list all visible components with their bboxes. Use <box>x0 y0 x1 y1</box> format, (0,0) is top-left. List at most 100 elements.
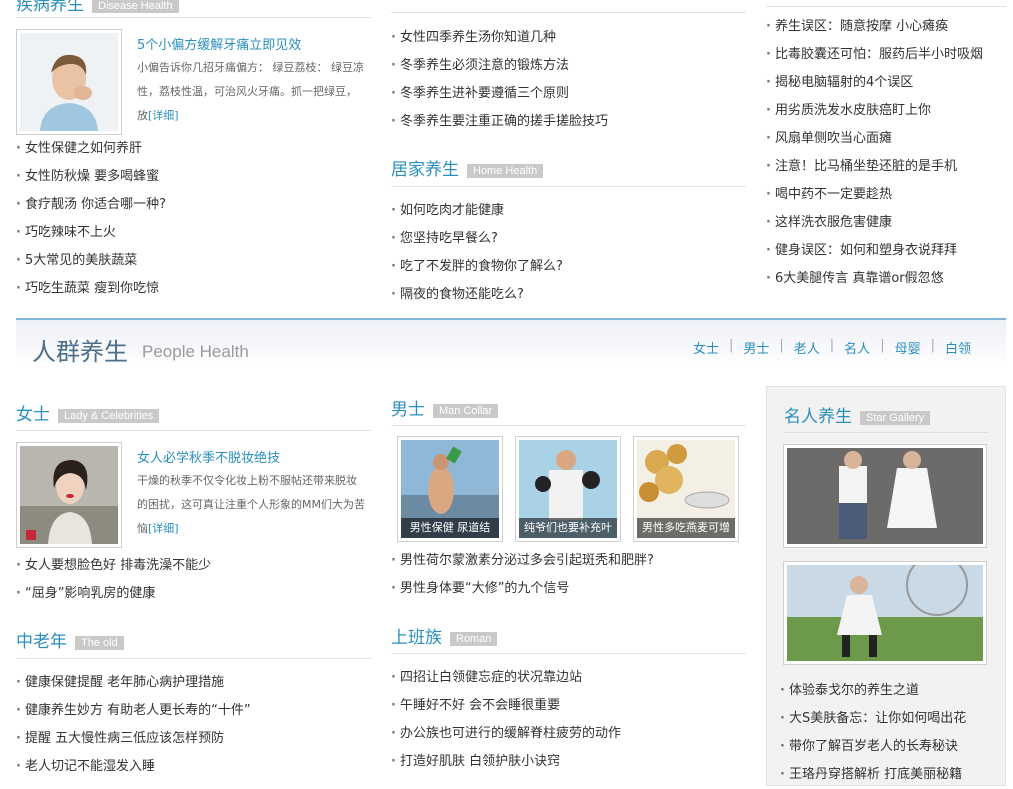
section-title[interactable]: 女士 <box>16 405 50 425</box>
list-item[interactable]: 大S美肤备忘：让你如何喝出花 <box>780 705 1000 733</box>
section-tag: Star Gallery <box>860 410 931 425</box>
list-item[interactable]: 带你了解百岁老人的长寿秘诀 <box>780 733 1000 761</box>
toothache-photo[interactable] <box>16 29 122 135</box>
nav-women[interactable]: 女士 <box>683 338 729 357</box>
list-item[interactable]: 注意！比马桶坐垫还脏的是手机 <box>766 153 1006 181</box>
celebrity-image <box>787 448 983 544</box>
divider <box>784 432 988 433</box>
list-item[interactable]: 风扇单侧吹当心面瘫 <box>766 125 1006 153</box>
list-item[interactable]: 如何吃肉才能健康 <box>391 197 746 225</box>
divider <box>16 17 371 18</box>
elderly-header: 中老年 The old <box>16 627 124 652</box>
section-title[interactable]: 中老年 <box>16 632 67 652</box>
list-item[interactable]: 隔夜的食物还能吃么? <box>391 281 746 309</box>
section-tag: Man Collar <box>433 403 499 418</box>
list-item[interactable]: “屈身”影响乳房的健康 <box>16 580 371 608</box>
celebrity-photo-2[interactable] <box>783 554 987 665</box>
section-tag: Roman <box>450 631 498 646</box>
section-title[interactable]: 男士 <box>391 400 425 420</box>
women-list: 女人要想脸色好 排毒洗澡不能少 “屈身”影响乳房的健康 <box>16 552 371 608</box>
section-title[interactable]: 上班族 <box>391 628 442 648</box>
list-item[interactable]: 男性身体要“大修”的九个信号 <box>391 575 746 603</box>
disease-health-list: 女性保健之如何养肝 女性防秋燥 要多喝蜂蜜 食疗靓汤 你适合哪一种? 巧吃辣味不… <box>16 135 371 303</box>
list-item[interactable]: 6大美腿传言 真靠谱or假忽悠 <box>766 265 1006 293</box>
man-toothache-image <box>20 33 118 131</box>
men-header: 男士 Man Collar <box>391 395 499 420</box>
men-thumb-1[interactable]: 男性保健 尿道结 <box>397 436 503 542</box>
nav-office-workers[interactable]: 白领 <box>935 338 981 357</box>
season-health-list: 女性四季养生汤你知道几种 冬季养生必须注意的锻炼方法 冬季养生进补要遵循三个原则… <box>391 24 746 136</box>
list-item[interactable]: 老人切记不能湿发入睡 <box>16 753 371 781</box>
list-item[interactable]: 办公族也可进行的缓解脊柱疲劳的动作 <box>391 720 746 748</box>
list-item[interactable]: 女性防秋燥 要多喝蜂蜜 <box>16 163 371 191</box>
home-health-header: 居家养生 Home Health <box>391 155 544 180</box>
list-item[interactable]: 午睡好不好 会不会睡很重要 <box>391 692 746 720</box>
men-thumb-image: 男性多吃燕麦可增 <box>637 440 735 538</box>
list-item[interactable]: 吃了不发胖的食物你了解么? <box>391 253 746 281</box>
list-item[interactable]: 打造好肌肤 白领护肤小诀窍 <box>391 748 746 776</box>
feature-description: 小偏告诉你几招牙痛偏方： 绿豆荔枝： 绿豆凉性，荔枝性温，可治风火牙痛。抓一把绿… <box>137 56 367 128</box>
celebrity-header: 名人养生 Star Gallery <box>784 402 931 427</box>
office-header: 上班族 Roman <box>391 623 498 648</box>
thumb-caption: 男性多吃燕麦可增 <box>637 518 735 538</box>
divider <box>16 430 371 431</box>
list-item[interactable]: 这样洗衣服危害健康 <box>766 209 1006 237</box>
feature-title-link[interactable]: 女人必学秋季不脱妆绝技 <box>137 447 280 466</box>
details-link[interactable]: [详细] <box>148 109 179 122</box>
list-item[interactable]: 冬季养生进补要遵循三个原则 <box>391 80 746 108</box>
list-item[interactable]: 女性保健之如何养肝 <box>16 135 371 163</box>
list-item[interactable]: 提醒 五大慢性病三低应该怎样预防 <box>16 725 371 753</box>
divider <box>391 186 746 187</box>
nav-men[interactable]: 男士 <box>733 338 779 357</box>
woman-image <box>20 446 118 544</box>
section-title[interactable]: 名人养生 <box>784 407 852 427</box>
thumb-caption: 男性保健 尿道结 <box>401 518 499 538</box>
men-thumb-image: 纯爷们也要补充叶 <box>519 440 617 538</box>
list-item[interactable]: 食疗靓汤 你适合哪一种? <box>16 191 371 219</box>
list-item[interactable]: 体验泰戈尔的养生之道 <box>780 677 1000 705</box>
celebrity-photo-1[interactable] <box>783 444 987 548</box>
disease-health-header: 疾病养生 Disease Health <box>16 0 179 15</box>
list-item[interactable]: 您坚持吃早餐么? <box>391 225 746 253</box>
people-health-banner: 人群养生 People Health 女士 | 男士 | 老人 | 名人 | 母婴 | 白… <box>16 318 1006 368</box>
men-list: 男性荷尔蒙激素分泌过多会引起斑秃和肥胖? 男性身体要“大修”的九个信号 <box>391 547 746 603</box>
section-tag: The old <box>75 635 124 650</box>
list-item[interactable]: 女人要想脸色好 排毒洗澡不能少 <box>16 552 371 580</box>
list-item[interactable]: 养生误区：随意按摩 小心瘫痪 <box>766 13 1006 41</box>
list-item[interactable]: 健身误区：如何和塑身衣说拜拜 <box>766 237 1006 265</box>
list-item[interactable]: 5大常见的美肤蔬菜 <box>16 247 371 275</box>
list-item[interactable]: 女性四季养生汤你知道几种 <box>391 24 746 52</box>
list-item[interactable]: 王珞丹穿搭解析 打底美丽秘籍 <box>780 761 1000 789</box>
feature-title-link[interactable]: 5个小偏方缓解牙痛立即见效 <box>137 34 301 53</box>
list-item[interactable]: 四招让白领健忘症的状况靠边站 <box>391 664 746 692</box>
list-item[interactable]: 巧吃辣味不上火 <box>16 219 371 247</box>
office-list: 四招让白领健忘症的状况靠边站 午睡好不好 会不会睡很重要 办公族也可进行的缓解脊… <box>391 664 746 776</box>
section-title[interactable]: 疾病养生 <box>16 0 84 15</box>
men-thumb-2[interactable]: 纯爷们也要补充叶 <box>515 436 621 542</box>
section-title[interactable]: 居家养生 <box>391 160 459 180</box>
section-tag: Home Health <box>467 163 544 178</box>
list-item[interactable]: 健康养生妙方 有助老人更长寿的“十件” <box>16 697 371 725</box>
home-health-list: 如何吃肉才能健康 您坚持吃早餐么? 吃了不发胖的食物你了解么? 隔夜的食物还能吃… <box>391 197 746 309</box>
list-item[interactable]: 比毒胶囊还可怕：服药后半小时吸烟 <box>766 41 1006 69</box>
divider <box>16 658 371 659</box>
celebrity-list: 体验泰戈尔的养生之道 大S美肤备忘：让你如何喝出花 带你了解百岁老人的长寿秘诀 … <box>780 677 1000 789</box>
list-item[interactable]: 冬季养生必须注意的锻炼方法 <box>391 52 746 80</box>
list-item[interactable]: 巧吃生蔬菜 瘦到你吃惊 <box>16 275 371 303</box>
list-item[interactable]: 揭秘电脑辐射的4个误区 <box>766 69 1006 97</box>
list-item[interactable]: 健康保健提醒 老年肺心病护理措施 <box>16 669 371 697</box>
list-item[interactable]: 喝中药不一定要趁热 <box>766 181 1006 209</box>
nav-celebrities[interactable]: 名人 <box>834 338 880 357</box>
list-item[interactable]: 男性荷尔蒙激素分泌过多会引起斑秃和肥胖? <box>391 547 746 575</box>
banner-title: 人群养生 <box>32 338 128 366</box>
nav-elderly[interactable]: 老人 <box>784 338 830 357</box>
celebrity-image <box>787 554 983 661</box>
thumb-caption: 纯爷们也要补充叶 <box>519 518 617 538</box>
men-thumb-3[interactable]: 男性多吃燕麦可增 <box>633 436 739 542</box>
list-item[interactable]: 用劣质洗发水皮肤癌盯上你 <box>766 97 1006 125</box>
nav-mother-baby[interactable]: 母婴 <box>885 338 931 357</box>
details-link[interactable]: [详细] <box>148 522 179 535</box>
woman-makeup-photo[interactable] <box>16 442 122 548</box>
list-item[interactable]: 冬季养生要注重正确的搓手搓脸技巧 <box>391 108 746 136</box>
elderly-list: 健康保健提醒 老年肺心病护理措施 健康养生妙方 有助老人更长寿的“十件” 提醒 … <box>16 669 371 781</box>
